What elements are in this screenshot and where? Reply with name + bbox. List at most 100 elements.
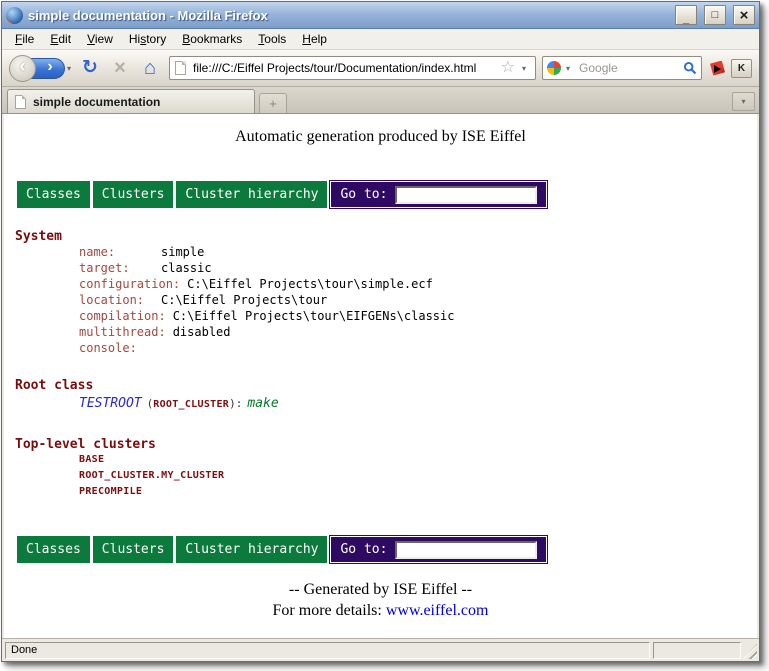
navigation-toolbar: ‹ › ▾ ↻ × ⌂ ☆ ▾ ▾ [2, 50, 759, 87]
bookmark-star-icon[interactable]: ☆ [501, 60, 515, 76]
system-row: compilation:C:\Eiffel Projects\tour\EIFG… [4, 308, 757, 324]
footer-prefix: For more details: [273, 602, 382, 619]
menu-item-help[interactable]: Help [294, 30, 335, 48]
k-extension-button[interactable]: K [731, 59, 752, 78]
system-rows: name:simpletarget:classicconfiguration:C… [4, 244, 757, 356]
status-secondary-panel [653, 642, 741, 659]
doc-button-cluster-hierarchy[interactable]: Cluster hierarchy [176, 536, 327, 563]
menu-item-history[interactable]: History [121, 30, 174, 48]
system-row: console: [4, 340, 757, 356]
url-input[interactable] [191, 60, 496, 76]
system-row-value: disabled [173, 325, 231, 339]
root-class-link[interactable]: TESTROOT [79, 396, 142, 411]
root-class-heading: Root class [15, 378, 757, 393]
cluster-list: BASEROOT_CLUSTER.MY_CLUSTERPRECOMPILE [4, 452, 757, 500]
goto-box: Go to: [330, 536, 547, 563]
system-row-value: C:\Eiffel Projects\tour [161, 293, 327, 307]
goto-box: Go to: [330, 181, 547, 208]
browser-window: simple documentation - Mozilla Firefox _… [1, 1, 760, 662]
system-row: target:classic [4, 260, 757, 276]
footer-line1: -- Generated by ISE Eiffel -- [4, 579, 757, 600]
goto-label: Go to: [340, 542, 387, 557]
tab-bar: simple documentation + ▾ [2, 87, 759, 114]
menu-bar: FileEditViewHistoryBookmarksToolsHelp [2, 29, 759, 50]
google-logo-icon[interactable] [547, 61, 561, 75]
doc-nav-row-top: ClassesClustersCluster hierarchy Go to: [17, 181, 757, 208]
doc-button-clusters[interactable]: Clusters [93, 181, 174, 208]
search-input[interactable] [577, 60, 680, 76]
system-row-label: compilation: [79, 308, 173, 324]
goto-input[interactable] [395, 186, 537, 204]
doc-nav-buttons: ClassesClustersCluster hierarchy [17, 181, 330, 208]
status-bar: Done [2, 638, 759, 661]
search-magnifier-icon[interactable] [683, 61, 697, 75]
doc-header: Automatic generation produced by ISE Eif… [4, 128, 757, 146]
system-row: location:C:\Eiffel Projects\tour [4, 292, 757, 308]
system-row: name:simple [4, 244, 757, 260]
system-row-value: C:\Eiffel Projects\tour\EIFGENs\classic [173, 309, 455, 323]
menu-item-file[interactable]: File [7, 30, 42, 48]
list-all-tabs-icon[interactable]: ▾ [732, 92, 755, 111]
cluster-link[interactable]: ROOT_CLUSTER.MY_CLUSTER [4, 468, 757, 484]
history-dropdown-icon[interactable]: ▾ [67, 64, 71, 73]
status-text: Done [11, 644, 37, 656]
back-button[interactable]: ‹ [9, 55, 36, 82]
eiffel-link[interactable]: www.eiffel.com [386, 602, 489, 619]
search-engine-dropdown-icon[interactable]: ▾ [566, 64, 570, 73]
doc-button-cluster-hierarchy[interactable]: Cluster hierarchy [176, 181, 327, 208]
system-row-value: C:\Eiffel Projects\tour\simple.ecf [187, 277, 433, 291]
page-icon [175, 61, 186, 75]
doc-nav-buttons: ClassesClustersCluster hierarchy [17, 536, 330, 563]
menu-item-tools[interactable]: Tools [250, 30, 294, 48]
firefox-icon [6, 7, 23, 24]
doc-nav-row-bottom: ClassesClustersCluster hierarchy Go to: [17, 536, 757, 563]
doc-footer: -- Generated by ISE Eiffel -- For more d… [4, 579, 757, 621]
root-class-line: TESTROOT(ROOT_CLUSTER):make [4, 395, 757, 413]
maximize-button[interactable]: □ [704, 5, 726, 25]
system-row-label: console: [79, 340, 161, 356]
page-content: Automatic generation produced by ISE Eif… [4, 114, 757, 638]
status-panel: Done [5, 642, 650, 659]
menu-item-edit[interactable]: Edit [42, 30, 79, 48]
system-heading: System [15, 229, 757, 244]
title-bar: simple documentation - Mozilla Firefox _… [2, 2, 759, 29]
system-row: configuration:C:\Eiffel Projects\tour\si… [4, 276, 757, 292]
refresh-button[interactable]: ↻ [75, 53, 105, 83]
creation-procedure-link[interactable]: make [247, 396, 278, 411]
resize-grip[interactable] [743, 644, 757, 659]
goto-input[interactable] [395, 541, 537, 559]
system-row-value: classic [161, 261, 212, 275]
system-row-label: name: [79, 244, 161, 260]
window-title: simple documentation - Mozilla Firefox [28, 8, 668, 23]
search-box: ▾ [542, 56, 702, 80]
stop-button[interactable]: × [105, 53, 135, 83]
new-tab-button[interactable]: + [259, 93, 287, 113]
tab-simple-documentation[interactable]: simple documentation [7, 89, 255, 113]
system-row-label: target: [79, 260, 161, 276]
minimize-button[interactable]: _ [675, 5, 697, 25]
doc-button-classes[interactable]: Classes [17, 181, 90, 208]
menu-item-view[interactable]: View [79, 30, 121, 48]
home-button[interactable]: ⌂ [135, 53, 165, 83]
url-dropdown-icon[interactable]: ▾ [522, 64, 526, 73]
tab-label: simple documentation [33, 95, 160, 109]
system-row-label: multithread: [79, 324, 173, 340]
tab-page-icon [15, 95, 26, 109]
close-button[interactable]: × [733, 5, 755, 25]
top-clusters-heading: Top-level clusters [15, 437, 757, 452]
cluster-link[interactable]: PRECOMPILE [4, 484, 757, 500]
address-bar: ☆ ▾ [169, 56, 536, 80]
kaspersky-icon[interactable] [710, 61, 725, 76]
system-row: multithread:disabled [4, 324, 757, 340]
footer-line2: For more details:www.eiffel.com [4, 600, 757, 621]
paren-close: ): [229, 397, 242, 410]
goto-label: Go to: [340, 187, 387, 202]
cluster-link[interactable]: BASE [4, 452, 757, 468]
doc-button-classes[interactable]: Classes [17, 536, 90, 563]
menu-item-bookmarks[interactable]: Bookmarks [174, 30, 250, 48]
system-row-label: configuration: [79, 276, 187, 292]
root-cluster-link[interactable]: ROOT_CLUSTER [153, 399, 229, 410]
system-row-value: simple [161, 245, 204, 259]
doc-button-clusters[interactable]: Clusters [93, 536, 174, 563]
system-row-label: location: [79, 292, 161, 308]
